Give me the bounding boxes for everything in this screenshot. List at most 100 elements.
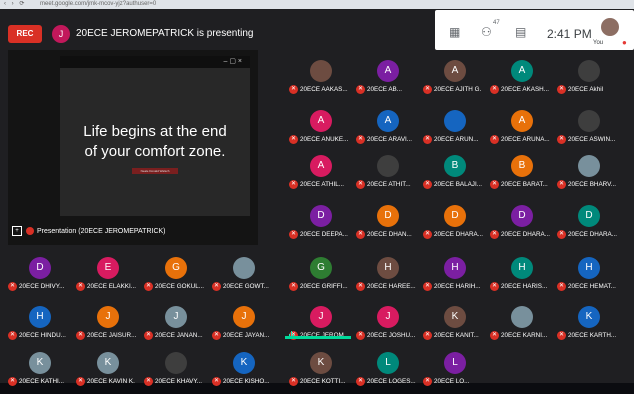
participant-tile[interactable]: D ✕ 20ECE DHARA... [487,205,555,247]
participant-tile[interactable]: ✕ 20ECE GOWT... [209,257,277,299]
participant-tile[interactable]: H ✕ 20ECE HINDU... [5,306,73,348]
mic-muted-icon: ✕ [423,377,432,386]
participant-tile[interactable]: L ✕ 20ECE LO... [420,352,488,394]
participant-tile[interactable]: ✕ 20ECE KHAVY... [141,352,209,394]
participant-tile[interactable]: J ✕ 20ECE JANAN... [141,306,209,348]
mic-muted-icon: ✕ [490,230,499,239]
participant-name: 20ECE JAYAN... [223,332,270,339]
participant-name: 20ECE HARIH... [434,283,481,290]
participant-tile[interactable]: D ✕ 20ECE DHAN... [353,205,421,247]
mic-muted-icon: ✕ [212,377,221,386]
mic-muted-icon: ✕ [557,331,566,340]
mic-muted-icon: ✕ [289,180,298,189]
participant-tile[interactable]: K ✕ 20ECE KAVIN K. [73,352,141,394]
avatar: B [444,155,466,177]
avatar: D [377,205,399,227]
mic-muted-icon: ✕ [423,331,432,340]
participant-tile[interactable]: ✕ 20ECE ARUN... [420,110,488,152]
mic-muted-icon: ✕ [144,282,153,291]
participant-name: 20ECE LOGES... [367,378,416,385]
mic-muted-icon: ✕ [557,282,566,291]
avatar: K [578,306,600,328]
participant-tile[interactable]: H ✕ 20ECE HARIS... [487,257,555,299]
participant-name: 20ECE AJITH G. [434,86,482,93]
presentation-label-text: Presentation (20ECE JEROMEPATRICK) [37,227,166,235]
participant-tile[interactable]: J ✕ 20ECE JAISUR... [73,306,141,348]
avatar: J [310,306,332,328]
avatar [165,352,187,374]
participant-tile[interactable]: J ✕ 20ECE JOSHU... [353,306,421,348]
avatar [578,60,600,82]
participant-tile[interactable]: A ✕ 20ECE AB... [353,60,421,102]
participant-tile[interactable]: ✕ 20ECE BHARV... [554,155,622,197]
participant-tile[interactable]: K ✕ 20ECE KISHO... [209,352,277,394]
participant-tile[interactable]: D ✕ 20ECE DHARA... [420,205,488,247]
avatar: G [165,257,187,279]
participant-tile[interactable]: A ✕ 20ECE AJITH G. [420,60,488,102]
chat-icon[interactable]: ▤ [515,25,526,39]
mic-muted-icon[interactable]: ● [622,38,627,47]
pin-icon[interactable]: + [12,226,22,236]
participant-tile[interactable]: K ✕ 20ECE KARTH... [554,306,622,348]
participant-tile[interactable]: A ✕ 20ECE ATHIL... [286,155,354,197]
url-text[interactable]: meet.google.com/jmk-mcov-yjz?authuser=0 [40,1,156,7]
participant-tile[interactable]: B ✕ 20ECE BALAJI... [420,155,488,197]
mic-muted-icon: ✕ [8,331,17,340]
mic-muted-icon: ✕ [144,331,153,340]
forward-icon[interactable]: › [12,1,14,7]
back-icon[interactable]: ‹ [4,1,6,7]
participant-tile[interactable]: A ✕ 20ECE ANUKE... [286,110,354,152]
mic-muted-icon: ✕ [356,85,365,94]
participant-tile[interactable]: K ✕ 20ECE KANIT... [420,306,488,348]
meeting-clock: 2:41 PM [547,27,592,41]
participant-tile[interactable]: D ✕ 20ECE DHIVY... [5,257,73,299]
participant-tile[interactable]: H ✕ 20ECE HARIH... [420,257,488,299]
grid-layout-icon[interactable]: ▦ [449,25,460,39]
participant-tile[interactable]: D ✕ 20ECE DHARA... [554,205,622,247]
participant-tile[interactable]: J✕20ECE JEROM... [286,306,354,348]
avatar: H [511,257,533,279]
participant-tile[interactable]: G ✕ 20ECE GOKUL... [141,257,209,299]
presenting-status: 20ECE JEROMEPATRICK is presenting [76,28,254,39]
participant-tile[interactable]: K ✕ 20ECE KOTTI... [286,352,354,394]
avatar: J [377,306,399,328]
participant-tile[interactable]: H ✕ 20ECE HEMAT... [554,257,622,299]
participant-tile[interactable]: A ✕ 20ECE ARUNA... [487,110,555,152]
participant-tile[interactable]: D ✕ 20ECE DEEPA... [286,205,354,247]
participant-tile[interactable]: K ✕ 20ECE KATHI... [5,352,73,394]
participant-tile[interactable]: ✕ 20ECE KARNI... [487,306,555,348]
participant-name: 20ECE GOKUL... [155,283,204,290]
participant-tile[interactable]: ✕ 20ECE ASWIN... [554,110,622,152]
participant-name: 20ECE ANUKE... [300,136,349,143]
participant-tile[interactable]: H ✕ 20ECE HAREE... [353,257,421,299]
participant-tile[interactable]: A ✕ 20ECE AKASH... [487,60,555,102]
participant-name: 20ECE KATHI... [19,378,65,385]
avatar: J [165,306,187,328]
participant-tile[interactable]: ✕ 20ECE AAKAS... [286,60,354,102]
participant-tile[interactable]: B ✕ 20ECE BARAT... [487,155,555,197]
participant-tile[interactable]: ✕ 20ECE Akhil [554,60,622,102]
avatar: J [233,306,255,328]
participant-tile[interactable]: E ✕ 20ECE ELAKKI... [73,257,141,299]
avatar: E [97,257,119,279]
participant-tile[interactable]: ✕ 20ECE ATHIT... [353,155,421,197]
avatar: G [310,257,332,279]
mic-muted-icon: ✕ [423,85,432,94]
participant-tile[interactable]: A ✕ 20ECE ARAVI... [353,110,421,152]
participant-tile[interactable]: L ✕ 20ECE LOGES... [353,352,421,394]
mic-muted-icon: ✕ [289,377,298,386]
mic-muted-icon: ✕ [212,331,221,340]
browser-address-bar[interactable]: ‹ › ⟳ meet.google.com/jmk-mcov-yjz?authu… [0,0,634,9]
people-icon[interactable]: ⚇ [481,25,492,39]
mic-muted-icon: ✕ [557,180,566,189]
presentation-tile[interactable]: – ▢ × Life begins at the end of your com… [8,50,258,245]
participant-name: 20ECE Akhil [568,86,604,93]
avatar: K [233,352,255,374]
participant-name: 20ECE KISHO... [223,378,270,385]
participant-name: 20ECE DHARA... [434,231,483,238]
reload-icon[interactable]: ⟳ [19,1,24,7]
avatar [578,155,600,177]
participant-tile[interactable]: G ✕ 20ECE GRIFFI... [286,257,354,299]
participant-tile[interactable]: J ✕ 20ECE JAYAN... [209,306,277,348]
mic-muted-icon: ✕ [490,282,499,291]
